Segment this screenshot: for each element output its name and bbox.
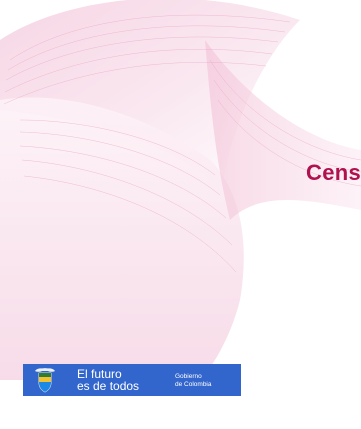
colombia-coat-of-arms-icon — [35, 368, 55, 393]
government-footer-bar: El futuro es de todos Gobierno de Colomb… — [23, 364, 241, 396]
slogan-text: El futuro es de todos — [77, 368, 139, 392]
government-name-line-1: Gobierno — [175, 373, 202, 380]
government-name: Gobierno de Colombia — [175, 373, 212, 388]
page-title: Censo — [306, 160, 361, 185]
cover-page: Censo El futuro es de todos Gobierno de … — [0, 0, 361, 429]
slogan-line-2: es de todos — [77, 379, 140, 393]
government-name-line-2: de Colombia — [175, 380, 212, 388]
